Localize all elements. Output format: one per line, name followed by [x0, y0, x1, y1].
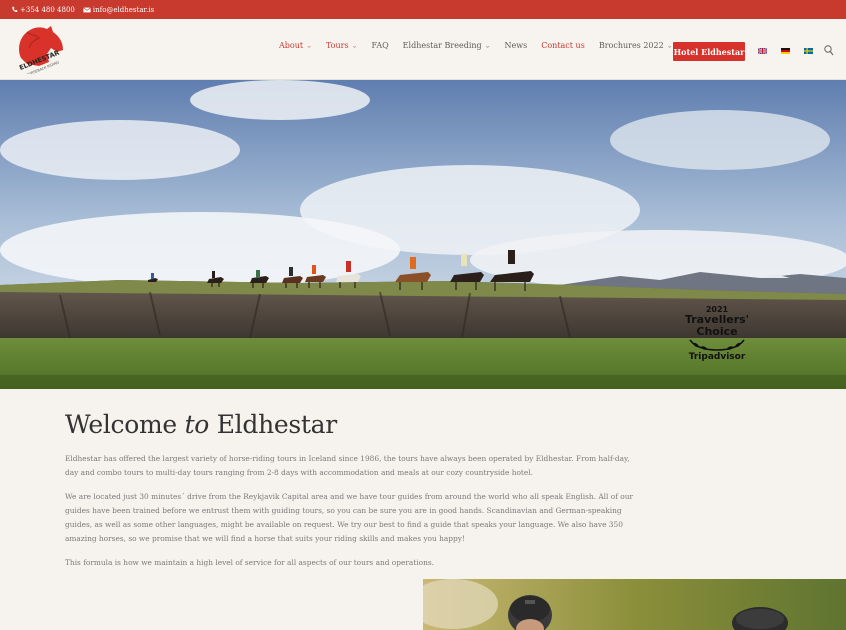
- eldhestar-logo[interactable]: ELDHESTAR HORSEBACK RIDING: [13, 24, 67, 77]
- search-icon[interactable]: [824, 45, 834, 56]
- site-header: ELDHESTAR HORSEBACK RIDING About ⌄ Tours…: [0, 19, 846, 80]
- nav-item-about[interactable]: About ⌄: [279, 41, 312, 50]
- nav-label: About: [279, 41, 304, 50]
- email-address: info@eldhestar.is: [92, 5, 155, 14]
- title-post: Eldhestar: [216, 410, 337, 439]
- location-paragraph: We are located just 30 minutes´ drive fr…: [65, 492, 634, 543]
- main-navigation: About ⌄ Tours ⌄ FAQ Eldhestar Breeding ⌄…: [279, 41, 687, 50]
- flag-uk-icon[interactable]: [758, 48, 767, 54]
- chevron-down-icon: ⌄: [484, 42, 491, 49]
- top-contact-bar: +354 480 4800 info@eldhestar.is: [0, 0, 846, 19]
- envelope-icon: [83, 6, 91, 12]
- nav-label: News: [504, 41, 528, 50]
- email-link[interactable]: info@eldhestar.is: [83, 6, 154, 14]
- nav-item-news[interactable]: News: [505, 41, 528, 50]
- flag-se-icon[interactable]: [804, 48, 813, 54]
- hero-image: 2021 Travellers' Choice Tripadvisor: [0, 80, 846, 389]
- nav-item-tours[interactable]: Tours ⌄: [326, 41, 358, 50]
- chevron-down-icon: ⌄: [306, 42, 312, 49]
- formula-paragraph: This formula is how we maintain a high l…: [65, 558, 434, 567]
- tripadvisor-badge[interactable]: 2021 Travellers' Choice Tripadvisor: [680, 305, 754, 373]
- riders-photo: [423, 579, 846, 630]
- nav-item-contact[interactable]: Contact us: [541, 41, 585, 50]
- title-em: to: [184, 410, 210, 439]
- badge-line2: Choice: [696, 325, 738, 338]
- phone-icon: [12, 6, 18, 12]
- nav-item-breeding[interactable]: Eldhestar Breeding ⌄: [403, 41, 491, 50]
- badge-brand: Tripadvisor: [688, 352, 746, 362]
- phone-number: +354 480 4800: [20, 5, 75, 14]
- nav-label: FAQ: [371, 41, 389, 50]
- title-pre: Welcome: [65, 410, 177, 439]
- horse-logo-icon: ELDHESTAR HORSEBACK RIDING: [18, 26, 63, 77]
- chevron-down-icon: ⌄: [351, 42, 358, 49]
- hotel-eldhestar-button[interactable]: Hotel Eldhestar: [673, 42, 745, 61]
- nav-item-brochures[interactable]: Brochures 2022 ⌄: [599, 41, 673, 50]
- nav-label: Contact us: [541, 41, 585, 50]
- page-title: Welcome to Eldhestar: [65, 410, 645, 439]
- flag-de-icon[interactable]: [781, 48, 790, 54]
- intro-paragraph: Eldhestar has offered the largest variet…: [65, 454, 630, 477]
- welcome-section: Welcome to Eldhestar Eldhestar has offer…: [65, 410, 645, 570]
- nav-label: Eldhestar Breeding: [402, 41, 482, 50]
- laurel-icon: [689, 339, 745, 351]
- nav-label: Tours: [325, 41, 349, 50]
- nav-label: Brochures 2022: [598, 41, 664, 50]
- chevron-down-icon: ⌄: [666, 42, 673, 49]
- nav-item-faq[interactable]: FAQ: [371, 41, 388, 50]
- phone-link[interactable]: +354 480 4800: [11, 6, 75, 14]
